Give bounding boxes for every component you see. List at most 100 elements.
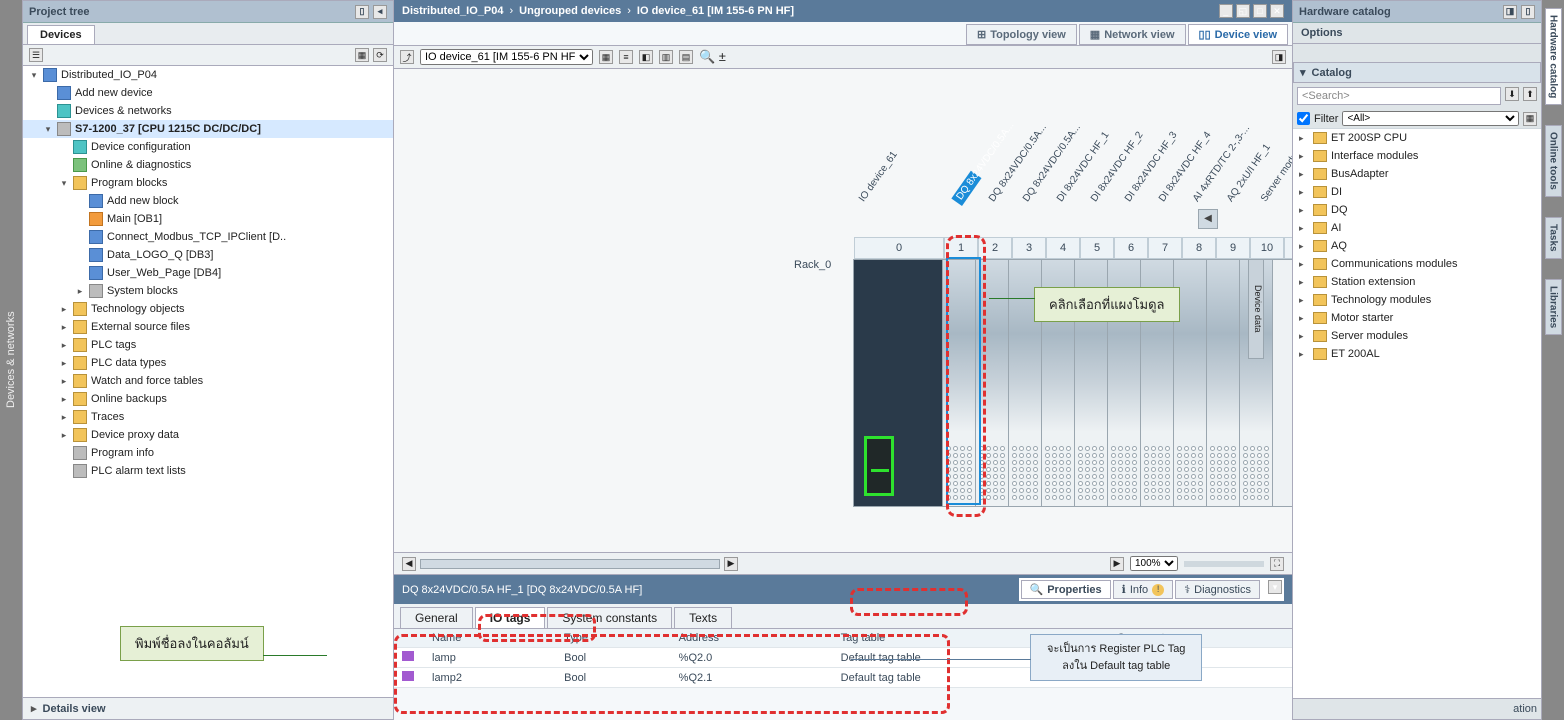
slot-header-6[interactable]: 6 [1114, 237, 1148, 259]
catalog-item[interactable]: ▸Communications modules [1293, 255, 1541, 273]
dev-tool-right[interactable]: ◨ [1272, 50, 1286, 64]
tree-item[interactable]: ▾S7-1200_37 [CPU 1215C DC/DC/DC] [23, 120, 393, 138]
catalog-search-input[interactable] [1297, 87, 1501, 105]
texts-subtab[interactable]: Texts [674, 607, 732, 628]
scroll-left-icon[interactable]: ◀ [402, 557, 416, 571]
hw-collapse-icon[interactable]: ◨ [1503, 5, 1517, 19]
tree-item[interactable]: Connect_Modbus_TCP_IPClient [D.. [23, 228, 393, 246]
inspector-collapse-icon[interactable]: ▾ [1268, 580, 1282, 594]
catalog-item[interactable]: ▸ET 200AL [1293, 345, 1541, 363]
diagnostics-tab[interactable]: ⚕Diagnostics [1175, 580, 1260, 599]
tree-item[interactable]: ▸Device proxy data [23, 426, 393, 444]
topology-view-tab[interactable]: ⊞Topology view [966, 24, 1077, 45]
dev-tool-3[interactable]: ≡ [619, 50, 633, 64]
slot-header-2[interactable]: 2 [978, 237, 1012, 259]
rail-hw-catalog[interactable]: Hardware catalog [1545, 8, 1562, 105]
catalog-tree[interactable]: ▸ET 200SP CPU▸Interface modules▸BusAdapt… [1293, 129, 1541, 698]
details-view-header[interactable]: ▸Details view [23, 697, 393, 719]
device-select[interactable]: IO device_61 [IM 155-6 PN HF [420, 49, 593, 65]
slot-header-11[interactable]: 11 [1284, 237, 1292, 259]
maximize-icon[interactable]: □ [1253, 4, 1267, 18]
slot-9[interactable] [1206, 259, 1240, 507]
filter-checkbox[interactable] [1297, 112, 1310, 125]
pin-icon[interactable]: ◂ [373, 5, 387, 19]
options-header[interactable]: Options [1293, 23, 1541, 44]
devices-tab[interactable]: Devices [27, 25, 95, 44]
catalog-item[interactable]: ▸DI [1293, 183, 1541, 201]
tree-item[interactable]: Main [OB1] [23, 210, 393, 228]
slot-header-5[interactable]: 5 [1080, 237, 1114, 259]
col-name[interactable]: Name [424, 629, 556, 648]
catalog-item[interactable]: ▸DQ [1293, 201, 1541, 219]
dev-tool-4[interactable]: ◧ [639, 50, 653, 64]
slot-header-1[interactable]: 1 [944, 237, 978, 259]
scroll-right2-icon[interactable]: ▶ [1110, 557, 1124, 571]
tree-item[interactable]: ▸PLC data types [23, 354, 393, 372]
tree-item[interactable]: PLC alarm text lists [23, 462, 393, 480]
dev-tool-2[interactable]: ▦ [599, 50, 613, 64]
collapse-icon[interactable]: ▯ [355, 5, 369, 19]
general-subtab[interactable]: General [400, 607, 473, 628]
project-tree[interactable]: ▾Distributed_IO_P04 Add new device Devic… [23, 66, 393, 697]
slot-header-3[interactable]: 3 [1012, 237, 1046, 259]
catalog-item[interactable]: ▸AI [1293, 219, 1541, 237]
close-icon[interactable]: ✕ [1270, 4, 1284, 18]
zoom-slider[interactable] [1184, 561, 1264, 567]
col-type[interactable]: Type [556, 629, 671, 648]
slot-header-8[interactable]: 8 [1182, 237, 1216, 259]
search-up-icon[interactable]: ⬆ [1523, 87, 1537, 101]
slot-header-10[interactable]: 10 [1250, 237, 1284, 259]
col-address[interactable]: Address [671, 629, 833, 648]
tree-item[interactable]: ▾Distributed_IO_P04 [23, 66, 393, 84]
h-scrollbar[interactable] [420, 559, 720, 569]
tree-item[interactable]: Add new block [23, 192, 393, 210]
properties-tab[interactable]: 🔍Properties [1021, 580, 1111, 599]
tree-item[interactable]: ▸PLC tags [23, 336, 393, 354]
device-data-sidepanel[interactable]: Device data [1248, 259, 1264, 359]
tree-item[interactable]: ▸System blocks [23, 282, 393, 300]
zoom-icon[interactable]: 🔍 ± [699, 49, 726, 65]
tree-item[interactable]: ▸Technology objects [23, 300, 393, 318]
network-view-tab[interactable]: ▦Network view [1079, 24, 1186, 45]
tree-item[interactable]: Devices & networks [23, 102, 393, 120]
catalog-item[interactable]: ▸Station extension [1293, 273, 1541, 291]
slot-header-0[interactable]: 0 [854, 237, 944, 259]
rail-online-tools[interactable]: Online tools [1545, 125, 1562, 197]
slot-header-9[interactable]: 9 [1216, 237, 1250, 259]
tree-item[interactable]: Add new device [23, 84, 393, 102]
tree-item[interactable]: ▸Watch and force tables [23, 372, 393, 390]
tree-item[interactable]: User_Web_Page [DB4] [23, 264, 393, 282]
rail-tasks[interactable]: Tasks [1545, 217, 1562, 259]
catalog-item[interactable]: ▸AQ [1293, 237, 1541, 255]
tree-item[interactable]: Online & diagnostics [23, 156, 393, 174]
rail-libraries[interactable]: Libraries [1545, 279, 1562, 335]
dev-tool-5[interactable]: ▥ [659, 50, 673, 64]
slot-header-4[interactable]: 4 [1046, 237, 1080, 259]
tree-item[interactable]: ▸External source files [23, 318, 393, 336]
tree-item[interactable]: ▾Program blocks [23, 174, 393, 192]
fit-icon[interactable]: ⛶ [1270, 557, 1284, 571]
tree-item[interactable]: ▸Online backups [23, 390, 393, 408]
catalog-item[interactable]: ▸Server modules [1293, 327, 1541, 345]
tree-tool-3[interactable]: ⟳ [373, 48, 387, 62]
catalog-item[interactable]: ▸Interface modules [1293, 147, 1541, 165]
catalog-section-header[interactable]: ▾Catalog [1293, 62, 1541, 83]
tree-item[interactable]: Device configuration [23, 138, 393, 156]
dev-tool-1[interactable]: ⤴ [400, 50, 414, 64]
catalog-item[interactable]: ▸ET 200SP CPU [1293, 129, 1541, 147]
info-tab[interactable]: ℹInfo! [1113, 580, 1174, 599]
tree-tool-1[interactable]: ☰ [29, 48, 43, 62]
scroll-right-icon[interactable]: ▶ [724, 557, 738, 571]
dev-tool-6[interactable]: ▤ [679, 50, 693, 64]
tree-tool-2[interactable]: ▦ [355, 48, 369, 62]
filter-btn[interactable]: ▦ [1523, 112, 1537, 126]
slot-11[interactable] [1272, 259, 1292, 507]
tree-item[interactable]: Data_LOGO_Q [DB3] [23, 246, 393, 264]
device-view-tab[interactable]: ▯▯Device view [1188, 24, 1288, 45]
slot-header-7[interactable]: 7 [1148, 237, 1182, 259]
tree-item[interactable]: ▸Traces [23, 408, 393, 426]
catalog-item[interactable]: ▸Technology modules [1293, 291, 1541, 309]
catalog-item[interactable]: ▸Motor starter [1293, 309, 1541, 327]
slot-nav-left[interactable]: ◀ [1198, 209, 1218, 229]
slot-0[interactable] [853, 259, 943, 507]
